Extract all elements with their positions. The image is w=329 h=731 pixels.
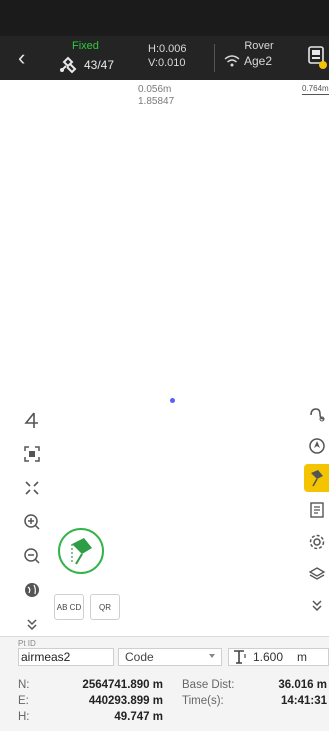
h-precision: H:0.006: [148, 43, 187, 55]
point-name-input[interactable]: airmeas2: [18, 648, 114, 666]
layers-icon[interactable]: [304, 560, 329, 588]
status-bar: [0, 0, 329, 36]
zoom-out-icon[interactable]: [18, 542, 46, 570]
readout-line-2: 1.85847: [138, 96, 175, 107]
fix-status: Fixed: [72, 40, 99, 52]
readout-line-1: 0.056m: [138, 84, 172, 95]
easting-label: E:: [18, 695, 29, 707]
center-readout: 0.056m 1.85847: [138, 84, 174, 108]
bottom-info-panel: Pt ID airmeas2 Code 1.600 m N: 2564741.8…: [0, 636, 329, 731]
easting-value: 440293.899 m: [88, 695, 163, 707]
satellite-count: 43/47: [84, 58, 115, 72]
wifi-icon: [224, 55, 240, 67]
survey-mode-icon[interactable]: [304, 464, 329, 492]
northing-row: N: 2564741.890 m Base Dist: 36.016 m: [18, 679, 329, 695]
survey-point-button[interactable]: [58, 528, 104, 574]
northing-label: N:: [18, 679, 30, 691]
precision-block: H:0.006 V:0.010: [148, 42, 204, 70]
antenna-height-field[interactable]: 1.600 m: [228, 648, 329, 666]
collapse-down-icon[interactable]: [304, 592, 329, 620]
antenna-icon: [234, 650, 246, 664]
mode-label: Rover: [244, 40, 274, 52]
height-label: H:: [18, 711, 30, 723]
survey-pole-icon: [71, 538, 92, 565]
device-status-icon[interactable]: [306, 44, 328, 72]
base-dist-value: 36.016 m: [278, 679, 327, 691]
fix-status-block[interactable]: Fixed 43/47: [58, 40, 136, 76]
divider: [214, 44, 215, 72]
code-select[interactable]: Code: [118, 648, 222, 666]
zoom-in-icon[interactable]: [18, 508, 46, 536]
satellite-icon: [60, 56, 77, 74]
height-row: H: 49.747 m: [18, 711, 329, 727]
orientation-icon[interactable]: [18, 406, 46, 434]
expand-down-icon[interactable]: [18, 610, 46, 638]
settings-icon[interactable]: [304, 528, 329, 556]
scale-bar: 0.764m: [302, 84, 329, 95]
point-list-icon[interactable]: [304, 496, 329, 524]
qr-code-button[interactable]: QR: [90, 594, 120, 620]
zoom-fit-icon[interactable]: [18, 440, 46, 468]
right-toolbar: [304, 400, 329, 624]
all-codes-button[interactable]: AB CD: [54, 594, 84, 620]
globe-icon[interactable]: [18, 576, 46, 604]
point-id-label: Pt ID: [18, 639, 36, 648]
current-position-marker: [170, 398, 175, 403]
top-bar: ‹ Fixed 43/47 H:0.006 V:0.010 Rover Age2: [0, 36, 329, 80]
time-label: Time(s):: [182, 695, 224, 707]
mini-button-group: AB CD QR: [54, 594, 120, 620]
map-canvas[interactable]: 0.056m 1.85847 0.764m AB CD QR: [0, 80, 329, 716]
height-value: 49.747 m: [114, 711, 163, 723]
rover-block[interactable]: Rover Age2: [224, 40, 294, 68]
v-precision: V:0.010: [148, 57, 186, 69]
age-label: Age2: [244, 54, 273, 68]
easting-row: E: 440293.899 m Time(s): 14:41:31: [18, 695, 329, 711]
code-placeholder: Code: [125, 650, 154, 664]
route-icon[interactable]: [304, 400, 329, 428]
back-button[interactable]: ‹: [18, 44, 42, 72]
center-target-icon[interactable]: [18, 474, 46, 502]
left-toolbar: [18, 406, 48, 644]
northing-value: 2564741.890 m: [82, 679, 163, 691]
antenna-height-value: 1.600: [253, 650, 284, 664]
time-value: 14:41:31: [280, 695, 327, 707]
base-dist-label: Base Dist:: [182, 679, 235, 691]
dropdown-caret-icon: [209, 654, 215, 658]
compass-icon[interactable]: [304, 432, 329, 460]
antenna-height-unit: m: [297, 650, 308, 664]
